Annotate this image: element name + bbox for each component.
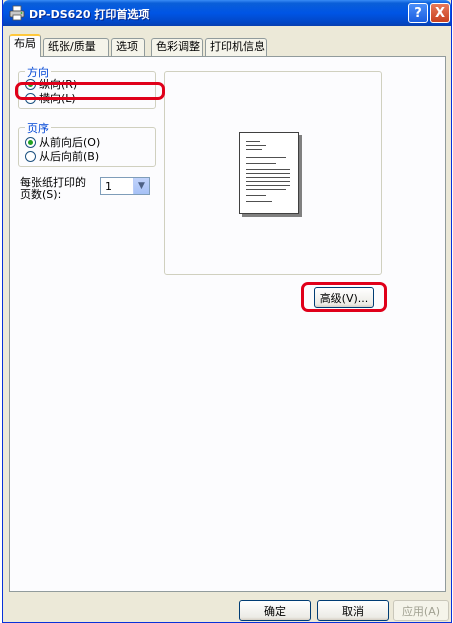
page-order-group: 页序 从前向后(O) 从后向前(B) [18, 120, 156, 167]
printer-icon [9, 5, 25, 21]
document-page-icon [239, 132, 299, 214]
tab-printer-info[interactable]: 打印机信息 [205, 38, 267, 56]
tab-color-adjust[interactable]: 色彩调整 [151, 38, 203, 56]
help-button[interactable]: ? [408, 3, 428, 23]
page-order-back-to-front-option[interactable]: 从后向前(B) [25, 149, 99, 163]
orientation-highlight [15, 82, 165, 100]
window-title: DP-DS620 打印首选项 [29, 8, 150, 21]
back-to-front-radio[interactable] [25, 150, 36, 162]
tab-paper-quality[interactable]: 纸张/质量 [43, 38, 109, 56]
tab-layout[interactable]: 布局 [9, 34, 41, 57]
back-to-front-label: 从后向前(B) [39, 150, 100, 163]
apply-button[interactable]: 应用(A) [393, 600, 449, 621]
pages-per-sheet-value: 1 [105, 180, 112, 193]
tab-options[interactable]: 选项 [111, 38, 145, 56]
layout-panel: 方向 纵向(R) 横向(L) 页序 从前向后(O) 从后向前(B) 每张纸打印的… [9, 56, 446, 592]
advanced-button-highlight [301, 282, 387, 312]
layout-preview [164, 71, 382, 275]
pages-per-sheet-select[interactable]: 1 ▼ [100, 177, 150, 195]
title-bar[interactable]: DP-DS620 打印首选项 ? X [3, 0, 451, 26]
printer-preferences-dialog: DP-DS620 打印首选项 ? X 布局 纸张/质量 选项 色彩调整 打印机信… [2, 0, 452, 623]
front-to-back-radio[interactable] [25, 136, 36, 148]
pages-per-sheet-label-line1: 每张纸打印的 [20, 176, 86, 189]
pages-per-sheet-label-line2: 页数(S): [20, 188, 62, 201]
cancel-button[interactable]: 取消 [317, 600, 389, 621]
ok-button[interactable]: 确定 [239, 600, 311, 621]
chevron-down-icon[interactable]: ▼ [133, 178, 149, 194]
page-order-front-to-back-option[interactable]: 从前向后(O) [25, 135, 100, 149]
close-button[interactable]: X [430, 3, 450, 23]
